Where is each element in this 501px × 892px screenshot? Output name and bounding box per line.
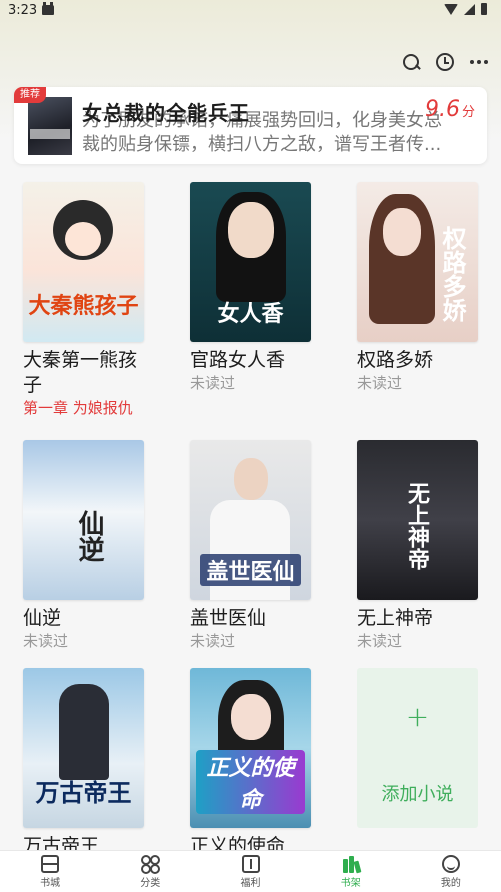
history-icon[interactable]	[435, 52, 455, 72]
book-cover: 万古帝王	[23, 668, 144, 828]
book-item[interactable]: 正义的使命 正义的使命	[190, 668, 311, 859]
book-item[interactable]: 权路多娇 权路多娇 未读过	[357, 182, 478, 393]
category-icon	[141, 854, 161, 874]
book-cover: 大秦熊孩子	[23, 182, 144, 342]
status-time: 3:23	[8, 3, 38, 18]
recommend-title: 女总裁的全能兵王	[82, 101, 250, 125]
score-unit: 分	[461, 105, 475, 120]
book-item[interactable]: 大秦熊孩子 大秦第一熊孩子 第一章 为娘报仇	[23, 182, 144, 418]
nav-item-bookshelf[interactable]: 书架	[301, 851, 401, 892]
book-status: 未读过	[23, 632, 69, 650]
cover-title: 女人香	[217, 301, 284, 327]
cover-title: 权路多娇	[438, 226, 467, 322]
book-status: 未读过	[357, 632, 403, 650]
cover-title: 正义的使命	[196, 750, 305, 814]
book-title: 权路多娇	[357, 349, 434, 371]
recommend-score: 9.6 分	[425, 97, 475, 122]
bottom-nav: 书城 分类 福利 书架 我的	[0, 850, 501, 892]
system-icons	[444, 3, 487, 15]
recommend-card[interactable]: 推荐 为了朋友的承诺，痛展强势回归，化身美女总 裁的贴身保镖，横扫八方之敌，谱写…	[14, 87, 487, 164]
book-cover: 无上神帝	[357, 440, 478, 600]
book-item[interactable]: 仙逆 仙逆 未读过	[23, 440, 144, 651]
top-actions	[401, 52, 489, 72]
add-book-button[interactable]: + 添加小说	[357, 668, 478, 828]
more-icon[interactable]	[469, 52, 489, 72]
book-cover: 女人香	[190, 182, 311, 342]
status-bar: 3:23	[0, 0, 501, 22]
cover-title: 仙逆	[74, 510, 104, 562]
book-item[interactable]: 万古帝王 万古帝王	[23, 668, 144, 859]
book-status: 未读过	[357, 374, 403, 392]
recommend-badge: 推荐	[14, 87, 46, 103]
cover-title: 盖世医仙	[200, 554, 301, 586]
recommend-description-line: 裁的贴身保镖，横扫八方之敌，谱写王者传...	[82, 134, 442, 155]
nav-label: 书架	[340, 877, 361, 889]
battery-icon	[481, 3, 487, 15]
cover-title: 无上神帝	[404, 482, 430, 570]
nav-label: 福利	[240, 877, 261, 889]
book-title: 盖世医仙	[190, 607, 267, 629]
wifi-icon	[444, 3, 458, 15]
profile-icon	[441, 854, 460, 873]
book-title: 大秦第一熊孩子	[23, 349, 138, 396]
nav-item-category[interactable]: 分类	[100, 851, 200, 892]
book-status: 未读过	[190, 632, 236, 650]
cellular-signal-icon	[464, 3, 475, 15]
book-title: 仙逆	[23, 607, 62, 629]
recommend-cover	[28, 97, 72, 155]
book-item[interactable]: 盖世医仙 盖世医仙 未读过	[190, 440, 311, 651]
nav-item-welfare[interactable]: 福利	[200, 851, 300, 892]
book-status: 未读过	[190, 374, 236, 392]
bookshelf-icon	[342, 855, 362, 873]
book-title: 官路女人香	[190, 349, 286, 371]
android-notification-icon	[42, 2, 54, 15]
add-book-label: 添加小说	[381, 784, 454, 805]
book-cover: 仙逆	[23, 440, 144, 600]
plus-icon: +	[405, 700, 430, 733]
score-value: 9.6	[424, 97, 460, 122]
book-progress: 第一章 为娘报仇	[23, 399, 133, 417]
bookstore-icon	[41, 854, 60, 873]
cover-title: 万古帝王	[35, 778, 132, 807]
add-book-item[interactable]: + 添加小说	[357, 668, 478, 828]
nav-label: 书城	[40, 877, 61, 889]
search-icon[interactable]	[401, 52, 421, 72]
nav-item-mine[interactable]: 我的	[401, 851, 501, 892]
book-item[interactable]: 女人香 官路女人香 未读过	[190, 182, 311, 393]
book-cover: 权路多娇	[357, 182, 478, 342]
nav-label: 分类	[140, 877, 161, 889]
gift-icon	[241, 854, 260, 873]
book-title: 无上神帝	[357, 607, 434, 629]
nav-label: 我的	[440, 877, 461, 889]
nav-item-bookstore[interactable]: 书城	[0, 851, 100, 892]
book-item[interactable]: 无上神帝 无上神帝 未读过	[357, 440, 478, 651]
book-cover: 盖世医仙	[190, 440, 311, 600]
cover-title: 大秦熊孩子	[28, 293, 139, 319]
book-cover: 正义的使命	[190, 668, 311, 828]
